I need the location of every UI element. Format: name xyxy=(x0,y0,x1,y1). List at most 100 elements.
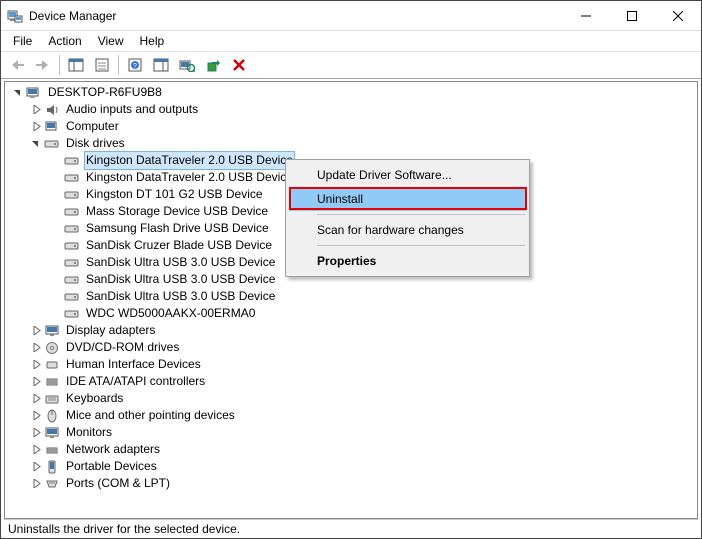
device-label: Mass Storage Device USB Device xyxy=(84,203,270,220)
tree-category[interactable]: Mice and other pointing devices xyxy=(7,407,697,424)
category-label: Network adapters xyxy=(64,441,162,458)
menu-help[interactable]: Help xyxy=(132,32,173,50)
device-label: SanDisk Cruzer Blade USB Device xyxy=(84,237,274,254)
client-area: DESKTOP-R6FU9B8 Audio inputs and outputs… xyxy=(4,81,698,519)
disk-icon xyxy=(64,255,80,271)
device-label: Kingston DT 101 G2 USB Device xyxy=(84,186,265,203)
display-icon xyxy=(44,323,60,339)
device-label: WDC WD5000AAKX-00ERMA0 xyxy=(84,305,257,322)
statusbar: Uninstalls the driver for the selected d… xyxy=(4,519,698,537)
uninstall-button[interactable] xyxy=(227,54,251,76)
tree-category-disk[interactable]: Disk drives xyxy=(7,135,697,152)
disk-icon xyxy=(64,289,80,305)
properties-button[interactable] xyxy=(90,54,114,76)
category-label: Mice and other pointing devices xyxy=(64,407,237,424)
tree-category[interactable]: Network adapters xyxy=(7,441,697,458)
update-driver-button[interactable] xyxy=(201,54,225,76)
ide-icon xyxy=(44,374,60,390)
monitor-icon xyxy=(44,425,60,441)
device-label: Kingston DataTraveler 2.0 USB Device xyxy=(84,151,295,170)
ctx-properties[interactable]: Properties xyxy=(289,249,526,273)
expand-icon[interactable] xyxy=(29,392,43,406)
expand-icon[interactable] xyxy=(29,460,43,474)
context-menu-separator xyxy=(317,245,525,246)
category-label: DVD/CD-ROM drives xyxy=(64,339,181,356)
ports-icon xyxy=(44,476,60,492)
forward-button[interactable] xyxy=(31,54,55,76)
tree-category[interactable]: Monitors xyxy=(7,424,697,441)
expand-icon[interactable] xyxy=(29,324,43,338)
category-label: Portable Devices xyxy=(64,458,159,475)
tree-category[interactable]: Portable Devices xyxy=(7,458,697,475)
tree-device[interactable]: SanDisk Ultra USB 3.0 USB Device xyxy=(7,288,697,305)
action-pane-button[interactable] xyxy=(149,54,173,76)
category-label: Disk drives xyxy=(64,135,127,152)
tree-category[interactable]: Audio inputs and outputs xyxy=(7,101,697,118)
disk-icon xyxy=(64,221,80,237)
back-button[interactable] xyxy=(5,54,29,76)
expand-icon[interactable] xyxy=(29,120,43,134)
device-label: SanDisk Ultra USB 3.0 USB Device xyxy=(84,288,277,305)
collapse-icon[interactable] xyxy=(11,86,25,100)
minimize-button[interactable] xyxy=(563,1,609,31)
computer-icon xyxy=(44,119,60,135)
close-button[interactable] xyxy=(655,1,701,31)
context-menu: Update Driver Software... Uninstall Scan… xyxy=(285,159,530,277)
device-label: SanDisk Ultra USB 3.0 USB Device xyxy=(84,271,277,288)
context-menu-separator xyxy=(317,214,525,215)
disk-icon xyxy=(64,187,80,203)
tree-root[interactable]: DESKTOP-R6FU9B8 xyxy=(7,84,697,101)
tree-category[interactable]: Computer xyxy=(7,118,697,135)
category-label: IDE ATA/ATAPI controllers xyxy=(64,373,207,390)
expand-icon[interactable] xyxy=(29,409,43,423)
menu-file[interactable]: File xyxy=(5,32,40,50)
ctx-uninstall[interactable]: Uninstall xyxy=(289,187,526,211)
category-label: Audio inputs and outputs xyxy=(64,101,200,118)
category-label: Ports (COM & LPT) xyxy=(64,475,172,492)
disk-icon xyxy=(44,136,60,152)
expand-icon[interactable] xyxy=(29,375,43,389)
collapse-icon[interactable] xyxy=(29,137,43,151)
toolbar-separator xyxy=(118,55,119,75)
ctx-update-driver[interactable]: Update Driver Software... xyxy=(289,163,526,187)
expand-icon[interactable] xyxy=(29,358,43,372)
tree-category[interactable]: Keyboards xyxy=(7,390,697,407)
disk-icon xyxy=(64,204,80,220)
disk-icon xyxy=(64,153,80,169)
tree-category[interactable]: Ports (COM & LPT) xyxy=(7,475,697,492)
menu-action[interactable]: Action xyxy=(40,32,89,50)
category-label: Computer xyxy=(64,118,121,135)
expand-icon[interactable] xyxy=(29,477,43,491)
network-icon xyxy=(44,442,60,458)
toolbar: ? xyxy=(1,51,701,79)
device-label: Kingston DataTraveler 2.0 USB Device xyxy=(84,169,295,186)
expand-icon[interactable] xyxy=(29,341,43,355)
root-label: DESKTOP-R6FU9B8 xyxy=(46,84,164,101)
toolbar-separator xyxy=(59,55,60,75)
dvd-icon xyxy=(44,340,60,356)
menu-view[interactable]: View xyxy=(90,32,132,50)
tree-category[interactable]: Display adapters xyxy=(7,322,697,339)
portable-icon xyxy=(44,459,60,475)
tree-category[interactable]: IDE ATA/ATAPI controllers xyxy=(7,373,697,390)
titlebar: Device Manager xyxy=(1,1,701,31)
ctx-scan[interactable]: Scan for hardware changes xyxy=(289,218,526,242)
category-label: Display adapters xyxy=(64,322,157,339)
tree-scroll[interactable]: DESKTOP-R6FU9B8 Audio inputs and outputs… xyxy=(5,82,697,518)
help-button[interactable]: ? xyxy=(123,54,147,76)
expand-icon[interactable] xyxy=(29,103,43,117)
tree-device[interactable]: WDC WD5000AAKX-00ERMA0 xyxy=(7,305,697,322)
device-manager-icon xyxy=(7,8,23,24)
tree-category[interactable]: Human Interface Devices xyxy=(7,356,697,373)
tree-category[interactable]: DVD/CD-ROM drives xyxy=(7,339,697,356)
maximize-button[interactable] xyxy=(609,1,655,31)
status-text: Uninstalls the driver for the selected d… xyxy=(8,522,240,536)
expand-icon[interactable] xyxy=(29,443,43,457)
scan-hardware-button[interactable] xyxy=(175,54,199,76)
expand-icon[interactable] xyxy=(29,426,43,440)
audio-icon xyxy=(44,102,60,118)
category-label: Human Interface Devices xyxy=(64,356,203,373)
show-hide-console-tree-button[interactable] xyxy=(64,54,88,76)
disk-icon xyxy=(64,272,80,288)
menubar: File Action View Help xyxy=(1,31,701,51)
